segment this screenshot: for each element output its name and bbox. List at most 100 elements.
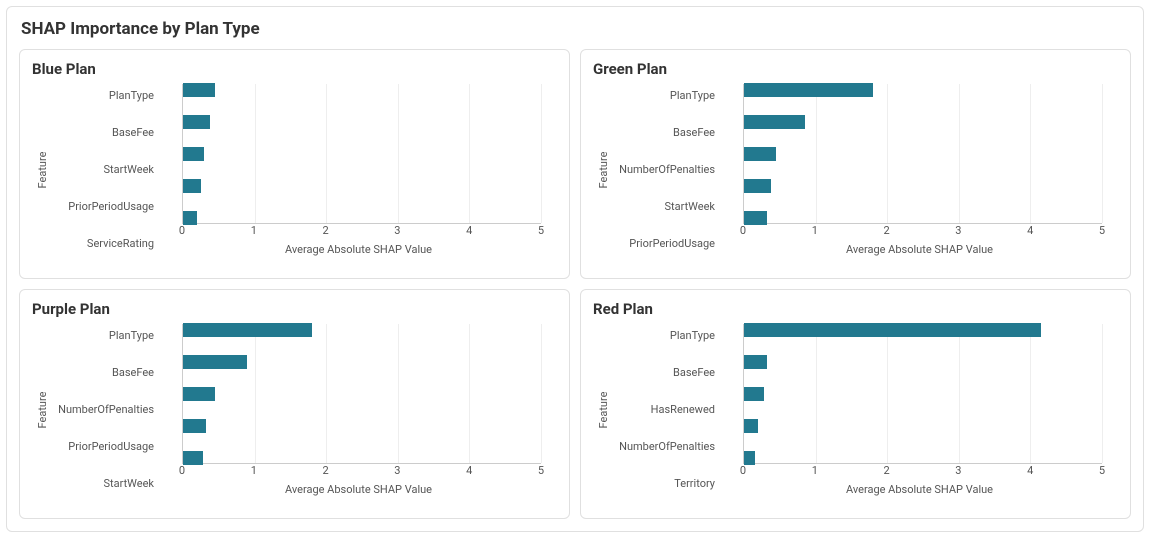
grid-line xyxy=(469,84,470,223)
grid-line xyxy=(255,84,256,223)
y-tick-label: BaseFee xyxy=(46,127,154,139)
y-tick-label: NumberOfPenalties xyxy=(46,404,154,416)
x-axis-label: Average Absolute SHAP Value xyxy=(160,243,557,256)
grid-line xyxy=(887,324,888,463)
page-title: SHAP Importance by Plan Type xyxy=(21,19,1131,39)
chart-panel: Green PlanFeaturePlanTypeBaseFeeNumberOf… xyxy=(580,49,1131,279)
x-tick-label: 1 xyxy=(251,464,257,477)
grid-line xyxy=(398,324,399,463)
bar xyxy=(183,115,210,129)
y-tick-label: StartWeek xyxy=(607,201,715,213)
x-tick-label: 0 xyxy=(740,224,746,237)
grid-line xyxy=(326,324,327,463)
chart-panel: Purple PlanFeaturePlanTypeBaseFeeNumberO… xyxy=(19,289,570,519)
x-tick-label: 3 xyxy=(394,464,400,477)
y-tick-label: Territory xyxy=(607,478,715,490)
chart-panel: Blue PlanFeaturePlanTypeBaseFeeStartWeek… xyxy=(19,49,570,279)
y-tick-label: HasRenewed xyxy=(607,404,715,416)
bar xyxy=(744,451,755,465)
y-tick-label: NumberOfPenalties xyxy=(607,441,715,453)
grid-line xyxy=(816,84,817,223)
bar xyxy=(744,83,873,97)
x-tick-label: 5 xyxy=(1099,224,1105,237)
y-tick-label: NumberOfPenalties xyxy=(607,164,715,176)
chart-grid: Blue PlanFeaturePlanTypeBaseFeeStartWeek… xyxy=(19,49,1131,519)
x-tick-label: 5 xyxy=(538,224,544,237)
bar xyxy=(744,323,1041,337)
grid-line xyxy=(1030,84,1031,223)
grid-line xyxy=(959,324,960,463)
bar xyxy=(744,419,758,433)
chart-area: FeaturePlanTypeBaseFeeStartWeekPriorPeri… xyxy=(30,84,557,256)
x-tick-label: 1 xyxy=(251,224,257,237)
x-tick-label: 2 xyxy=(323,464,329,477)
grid-line xyxy=(887,84,888,223)
grid-line xyxy=(541,84,542,223)
plot-area xyxy=(743,324,1102,464)
x-tick-label: 3 xyxy=(955,464,961,477)
x-tick-label: 2 xyxy=(323,224,329,237)
y-tick-label: PlanType xyxy=(607,90,715,102)
y-tick-label: BaseFee xyxy=(607,127,715,139)
chart-area: FeaturePlanTypeBaseFeeNumberOfPenaltiesP… xyxy=(30,324,557,496)
panel-title: Green Plan xyxy=(593,60,1118,78)
y-tick-label: PriorPeriodUsage xyxy=(46,201,154,213)
y-tick-label: BaseFee xyxy=(607,367,715,379)
y-tick-label: StartWeek xyxy=(46,164,154,176)
grid-line xyxy=(1102,84,1103,223)
x-tick-label: 4 xyxy=(1027,464,1033,477)
x-tick-label: 4 xyxy=(466,464,472,477)
x-tick-label: 4 xyxy=(1027,224,1033,237)
x-tick-label: 0 xyxy=(740,464,746,477)
chart-area: FeaturePlanTypeBaseFeeNumberOfPenaltiesS… xyxy=(591,84,1118,256)
x-tick-label: 0 xyxy=(179,464,185,477)
chart-panel: Red PlanFeaturePlanTypeBaseFeeHasRenewed… xyxy=(580,289,1131,519)
bar xyxy=(744,179,771,193)
panel-title: Blue Plan xyxy=(32,60,557,78)
x-tick-label: 1 xyxy=(812,224,818,237)
bar xyxy=(183,419,206,433)
plot-area xyxy=(182,84,541,224)
y-tick-label: ServiceRating xyxy=(46,238,154,250)
x-tick-label: 3 xyxy=(955,224,961,237)
grid-line xyxy=(959,84,960,223)
bar xyxy=(183,387,215,401)
plot-area xyxy=(182,324,541,464)
panel-title: Red Plan xyxy=(593,300,1118,318)
outer-card: SHAP Importance by Plan Type Blue PlanFe… xyxy=(6,6,1144,532)
x-tick-label: 2 xyxy=(884,224,890,237)
x-tick-label: 5 xyxy=(1099,464,1105,477)
panel-title: Purple Plan xyxy=(32,300,557,318)
bar xyxy=(744,387,764,401)
x-axis-label: Average Absolute SHAP Value xyxy=(160,483,557,496)
bar xyxy=(744,115,805,129)
bar xyxy=(183,147,204,161)
grid-line xyxy=(1030,324,1031,463)
x-axis-label: Average Absolute SHAP Value xyxy=(721,243,1118,256)
x-axis-label: Average Absolute SHAP Value xyxy=(721,483,1118,496)
plot-area xyxy=(743,84,1102,224)
grid-line xyxy=(326,84,327,223)
bar xyxy=(744,211,767,225)
x-tick-label: 5 xyxy=(538,464,544,477)
bar xyxy=(744,355,767,369)
chart-area: FeaturePlanTypeBaseFeeHasRenewedNumberOf… xyxy=(591,324,1118,496)
bar xyxy=(183,83,215,97)
grid-line xyxy=(469,324,470,463)
y-tick-label: PriorPeriodUsage xyxy=(607,238,715,250)
grid-line xyxy=(255,324,256,463)
y-tick-label: PlanType xyxy=(46,90,154,102)
grid-line xyxy=(398,84,399,223)
y-tick-label: PriorPeriodUsage xyxy=(46,441,154,453)
bar xyxy=(183,179,201,193)
grid-line xyxy=(816,324,817,463)
grid-line xyxy=(541,324,542,463)
y-tick-label: PlanType xyxy=(607,330,715,342)
y-tick-label: BaseFee xyxy=(46,367,154,379)
y-tick-label: StartWeek xyxy=(46,478,154,490)
grid-line xyxy=(1102,324,1103,463)
x-tick-label: 2 xyxy=(884,464,890,477)
x-tick-label: 3 xyxy=(394,224,400,237)
bar xyxy=(183,451,203,465)
x-tick-label: 0 xyxy=(179,224,185,237)
